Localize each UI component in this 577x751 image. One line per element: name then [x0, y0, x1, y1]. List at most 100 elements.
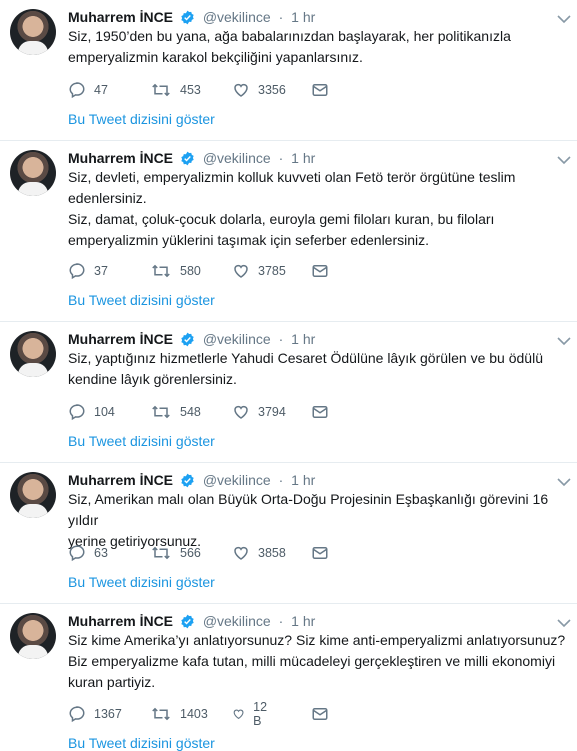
tweet-time[interactable]: 1 hr — [291, 613, 315, 629]
heart-icon — [234, 83, 248, 97]
reply-button[interactable]: 63 — [68, 543, 108, 563]
tweet-text-line: kuran partiyiz. — [68, 674, 156, 690]
envelope-icon — [312, 708, 328, 720]
envelope-icon — [312, 406, 328, 418]
retweet-button[interactable]: 566 — [150, 543, 201, 563]
author-handle[interactable]: @vekilince — [203, 613, 271, 629]
author-handle[interactable]: @vekilince — [203, 331, 271, 347]
retweet-button[interactable]: 1403 — [150, 704, 208, 724]
tweet-text-line: Siz, yaptığınız hizmetlerle Yahudi Cesar… — [68, 350, 543, 366]
tweet-time[interactable]: 1 hr — [291, 331, 315, 347]
reply-button[interactable]: 47 — [68, 80, 108, 100]
tweet-time[interactable]: 1 hr — [291, 472, 315, 488]
tweet-text-line: emperyalizmin karakol bekçiliğini yapanl… — [68, 49, 363, 65]
tweet-time[interactable]: 1 hr — [291, 150, 315, 166]
tweet-text-line: Siz, devleti, emperyalizmin kolluk kuvve… — [68, 169, 516, 185]
retweet-count: 453 — [180, 83, 201, 97]
avatar[interactable] — [10, 9, 56, 55]
author-handle[interactable]: @vekilince — [203, 472, 271, 488]
chevron-down-icon[interactable] — [557, 336, 571, 346]
show-thread-link[interactable]: Bu Tweet dizisini göster — [68, 574, 215, 590]
tweet-text-line: Biz emperyalizme kafa tutan, milli mücad… — [68, 653, 556, 669]
tweet-time[interactable]: 1 hr — [291, 9, 315, 25]
retweet-count: 548 — [180, 405, 201, 419]
message-button[interactable] — [311, 402, 337, 422]
tweet-text-line: kendine lâyık görenlersiniz. — [68, 371, 237, 387]
chevron-down-icon[interactable] — [557, 618, 571, 628]
reply-icon — [69, 263, 85, 280]
retweet-icon — [152, 546, 170, 560]
tweet[interactable]: Muharrem İNCE @vekilince · 1 hr Siz, yap… — [0, 322, 577, 463]
tweet-text-line: emperyalizmin yüklerini taşımak için sef… — [68, 232, 430, 248]
author-handle[interactable]: @vekilince — [203, 9, 271, 25]
reply-count: 37 — [94, 264, 108, 278]
show-thread-link[interactable]: Bu Tweet dizisini göster — [68, 735, 215, 751]
like-count: 12 B — [253, 700, 268, 728]
retweet-icon — [152, 405, 170, 419]
retweet-button[interactable]: 580 — [150, 261, 201, 281]
reply-icon — [69, 545, 85, 562]
tweet-text-line: Siz, damat, çoluk-çocuk dolarla, euroyla… — [68, 211, 495, 227]
tweet[interactable]: Muharrem İNCE @vekilince · 1 hr Siz, dev… — [0, 141, 577, 322]
avatar[interactable] — [10, 331, 56, 377]
retweet-count: 580 — [180, 264, 201, 278]
tweet[interactable]: Muharrem İNCE @vekilince · 1 hr Siz, Ame… — [0, 463, 577, 604]
envelope-icon — [312, 84, 328, 96]
heart-icon — [234, 405, 248, 419]
show-thread-link[interactable]: Bu Tweet dizisini göster — [68, 292, 215, 308]
like-count: 3785 — [258, 264, 286, 278]
retweet-button[interactable]: 453 — [150, 80, 201, 100]
author-name[interactable]: Muharrem İNCE — [68, 331, 173, 347]
avatar[interactable] — [10, 472, 56, 518]
show-thread-link[interactable]: Bu Tweet dizisini göster — [68, 111, 215, 127]
message-button[interactable] — [311, 704, 337, 724]
chevron-down-icon[interactable] — [557, 477, 571, 487]
tweet-text-line: Siz, Amerikan malı olan Büyük Orta-Doğu … — [68, 491, 549, 528]
envelope-icon — [312, 265, 328, 277]
reply-button[interactable]: 37 — [68, 261, 108, 281]
like-count: 3794 — [258, 405, 286, 419]
like-button[interactable]: 3785 — [232, 261, 286, 281]
author-name[interactable]: Muharrem İNCE — [68, 472, 173, 488]
author-name[interactable]: Muharrem İNCE — [68, 150, 173, 166]
chevron-down-icon[interactable] — [557, 155, 571, 165]
tweet[interactable]: Muharrem İNCE @vekilince · 1 hr Siz, 195… — [0, 0, 577, 141]
author-name[interactable]: Muharrem İNCE — [68, 9, 173, 25]
time-separator: · — [278, 331, 284, 347]
like-button[interactable]: 3794 — [232, 402, 286, 422]
tweet-text-line: edenlersiniz. — [68, 190, 147, 206]
like-button[interactable]: 12 B — [232, 700, 272, 728]
reply-button[interactable]: 104 — [68, 402, 115, 422]
author-name[interactable]: Muharrem İNCE — [68, 613, 173, 629]
like-button[interactable]: 3858 — [232, 543, 286, 563]
tweet[interactable]: Muharrem İNCE @vekilince · 1 hr Siz kime… — [0, 604, 577, 751]
heart-icon — [234, 546, 248, 560]
tweet-text: Siz, 1950’den bu yana, ağa babalarınızda… — [68, 26, 568, 68]
like-count: 3356 — [258, 83, 286, 97]
message-button[interactable] — [311, 543, 337, 563]
time-separator: · — [278, 150, 284, 166]
reply-button[interactable]: 1367 — [68, 704, 122, 724]
reply-count: 1367 — [94, 707, 122, 721]
show-thread-link[interactable]: Bu Tweet dizisini göster — [68, 433, 215, 449]
reply-icon — [69, 706, 85, 723]
tweet-text-line: Siz, 1950’den bu yana, ağa babalarınızda… — [68, 28, 511, 44]
tweet-text: Siz, devleti, emperyalizmin kolluk kuvve… — [68, 167, 568, 251]
retweet-button[interactable]: 548 — [150, 402, 201, 422]
author-handle[interactable]: @vekilince — [203, 150, 271, 166]
heart-icon — [234, 264, 248, 278]
retweet-icon — [152, 264, 170, 278]
retweet-count: 1403 — [180, 707, 208, 721]
time-separator: · — [278, 472, 284, 488]
chevron-down-icon[interactable] — [557, 14, 571, 24]
avatar[interactable] — [10, 613, 56, 659]
heart-icon — [233, 709, 244, 720]
reply-icon — [69, 404, 85, 421]
message-button[interactable] — [311, 261, 337, 281]
message-button[interactable] — [311, 80, 337, 100]
retweet-icon — [152, 83, 170, 97]
time-separator: · — [278, 613, 284, 629]
retweet-count: 566 — [180, 546, 201, 560]
avatar[interactable] — [10, 150, 56, 196]
like-button[interactable]: 3356 — [232, 80, 286, 100]
